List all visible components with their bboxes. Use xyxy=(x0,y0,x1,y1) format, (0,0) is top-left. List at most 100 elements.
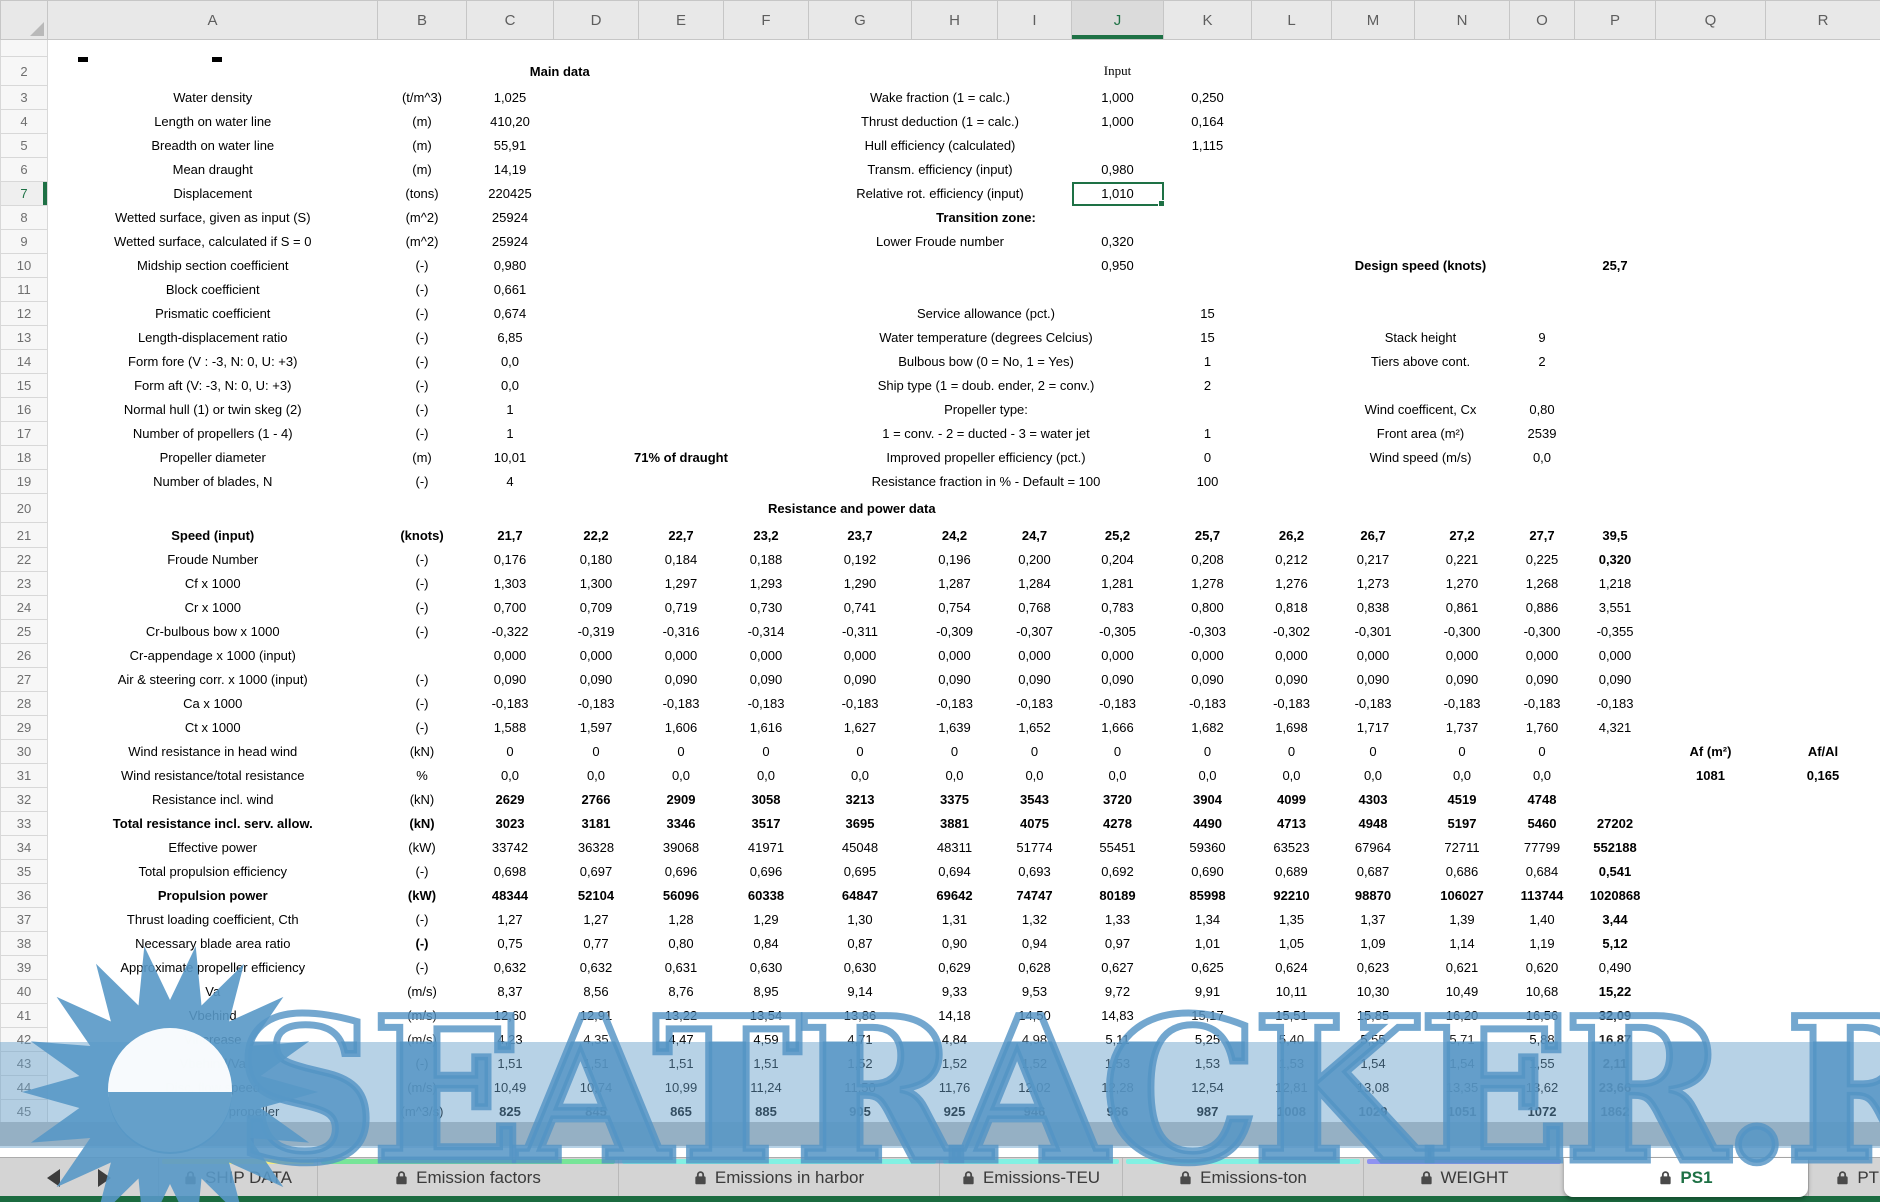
row-header-21[interactable]: 21 xyxy=(1,523,48,548)
cell-G31[interactable]: 0,0 xyxy=(809,764,912,788)
cell-J38[interactable]: 0,97 xyxy=(1072,932,1164,956)
cell-E41[interactable]: 13,22 xyxy=(639,1004,724,1028)
cell-R37[interactable] xyxy=(1766,908,1880,932)
cell-M28[interactable]: -0,183 xyxy=(1332,692,1415,716)
cell-C17[interactable]: 1 xyxy=(467,422,554,446)
cell-H44[interactable]: 11,76 xyxy=(912,1076,998,1100)
cell-Q28[interactable] xyxy=(1656,692,1766,716)
column-header-O[interactable]: O xyxy=(1510,1,1575,40)
cell-Q25[interactable] xyxy=(1656,620,1766,644)
cell-O10[interactable] xyxy=(1510,254,1575,278)
cell-D16[interactable] xyxy=(554,398,809,422)
cell-N40[interactable]: 10,49 xyxy=(1415,980,1510,1004)
cell-G21[interactable]: 23,7 xyxy=(809,523,912,548)
cell-P38[interactable]: 5,12 xyxy=(1575,932,1656,956)
cell-R4[interactable] xyxy=(1766,110,1880,134)
cell-D14[interactable] xyxy=(554,350,809,374)
cell-N41[interactable]: 16,20 xyxy=(1415,1004,1510,1028)
cell-G24[interactable]: 0,741 xyxy=(809,596,912,620)
cell-N21[interactable]: 27,2 xyxy=(1415,523,1510,548)
cell-O17[interactable]: 2539 xyxy=(1510,422,1575,446)
cell-B34[interactable]: (kW) xyxy=(378,836,467,860)
cell-G19[interactable]: Resistance fraction in % - Default = 100 xyxy=(809,470,1164,494)
select-all-corner[interactable] xyxy=(1,1,48,40)
cell-J42[interactable]: 5,11 xyxy=(1072,1028,1164,1052)
cell-L27[interactable]: 0,090 xyxy=(1252,668,1332,692)
cell-K31[interactable]: 0,0 xyxy=(1164,764,1252,788)
cell-P10[interactable]: 25,7 xyxy=(1575,254,1656,278)
cell-D17[interactable] xyxy=(554,422,809,446)
cell-F30[interactable]: 0 xyxy=(724,740,809,764)
cell-M40[interactable]: 10,30 xyxy=(1332,980,1415,1004)
cell-Q14[interactable] xyxy=(1656,350,1766,374)
cell-H34[interactable]: 48311 xyxy=(912,836,998,860)
cell-F41[interactable]: 13,54 xyxy=(724,1004,809,1028)
cell-G40[interactable]: 9,14 xyxy=(809,980,912,1004)
cell-H36[interactable]: 69642 xyxy=(912,884,998,908)
cell-C9[interactable]: 25924 xyxy=(467,230,554,254)
cell-Q23[interactable] xyxy=(1656,572,1766,596)
cell-G10[interactable] xyxy=(809,254,1072,278)
cell-Q40[interactable] xyxy=(1656,980,1766,1004)
cell-Q22[interactable] xyxy=(1656,548,1766,572)
cell-O32[interactable]: 4748 xyxy=(1510,788,1575,812)
cell-Q27[interactable] xyxy=(1656,668,1766,692)
cell-N28[interactable]: -0,183 xyxy=(1415,692,1510,716)
cell-K29[interactable]: 1,682 xyxy=(1164,716,1252,740)
row-header-42[interactable]: 42 xyxy=(1,1028,48,1052)
cell-K27[interactable]: 0,090 xyxy=(1164,668,1252,692)
cell-D40[interactable]: 8,56 xyxy=(554,980,639,1004)
cell-R29[interactable] xyxy=(1766,716,1880,740)
sheet-tab-ship-data[interactable]: SHIP DATA xyxy=(158,1158,317,1197)
cell-C18[interactable]: 10,01 xyxy=(467,446,554,470)
cell-Q13[interactable] xyxy=(1656,326,1766,350)
cell-O14[interactable]: 2 xyxy=(1510,350,1575,374)
cell-O43[interactable]: 1,55 xyxy=(1510,1052,1575,1076)
cell-O44[interactable]: 13,62 xyxy=(1510,1076,1575,1100)
cell-J35[interactable]: 0,692 xyxy=(1072,860,1164,884)
row-header-16[interactable]: 16 xyxy=(1,398,48,422)
cell-A30[interactable]: Wind resistance in head wind xyxy=(48,740,378,764)
cell-N29[interactable]: 1,737 xyxy=(1415,716,1510,740)
cell-E28[interactable]: -0,183 xyxy=(639,692,724,716)
cell-J21[interactable]: 25,2 xyxy=(1072,523,1164,548)
cell-F26[interactable]: 0,000 xyxy=(724,644,809,668)
cell-N32[interactable]: 4519 xyxy=(1415,788,1510,812)
cell-A32[interactable]: Resistance incl. wind xyxy=(48,788,378,812)
cell-E29[interactable]: 1,606 xyxy=(639,716,724,740)
cell-N38[interactable]: 1,14 xyxy=(1415,932,1510,956)
cell-J29[interactable]: 1,666 xyxy=(1072,716,1164,740)
cell-L9[interactable] xyxy=(1252,230,1656,254)
cell-L7[interactable] xyxy=(1252,182,1656,206)
cell-B22[interactable]: (-) xyxy=(378,548,467,572)
cell-P24[interactable]: 3,551 xyxy=(1575,596,1656,620)
cell-K19[interactable]: 100 xyxy=(1164,470,1252,494)
cell-M21[interactable]: 26,7 xyxy=(1332,523,1415,548)
cell-J34[interactable]: 55451 xyxy=(1072,836,1164,860)
cell-E23[interactable]: 1,297 xyxy=(639,572,724,596)
cell-I33[interactable]: 4075 xyxy=(998,812,1072,836)
cell-K3[interactable]: 0,250 xyxy=(1164,86,1252,110)
column-header-L[interactable]: L xyxy=(1252,1,1332,40)
cell-J24[interactable]: 0,783 xyxy=(1072,596,1164,620)
sheet-tab-emission-factors[interactable]: Emission factors xyxy=(317,1158,618,1197)
cell-G45[interactable]: 905 xyxy=(809,1100,912,1124)
cell-B31[interactable]: % xyxy=(378,764,467,788)
cell-O30[interactable]: 0 xyxy=(1510,740,1575,764)
cell-M26[interactable]: 0,000 xyxy=(1332,644,1415,668)
cell-K2[interactable] xyxy=(1164,57,1656,86)
cell-B25[interactable]: (-) xyxy=(378,620,467,644)
cell-B16[interactable]: (-) xyxy=(378,398,467,422)
cell-L33[interactable]: 4713 xyxy=(1252,812,1332,836)
cell-F42[interactable]: 4,59 xyxy=(724,1028,809,1052)
cell-P41[interactable]: 32,09 xyxy=(1575,1004,1656,1028)
cell-L38[interactable]: 1,05 xyxy=(1252,932,1332,956)
cell-F40[interactable]: 8,95 xyxy=(724,980,809,1004)
cell-Q2[interactable] xyxy=(1656,57,1766,86)
cell-R6[interactable] xyxy=(1766,158,1880,182)
cell-C5[interactable]: 55,91 xyxy=(467,134,554,158)
cell-H35[interactable]: 0,694 xyxy=(912,860,998,884)
cell-M34[interactable]: 67964 xyxy=(1332,836,1415,860)
cell-Q8[interactable] xyxy=(1656,206,1766,230)
column-header-M[interactable]: M xyxy=(1332,1,1415,40)
